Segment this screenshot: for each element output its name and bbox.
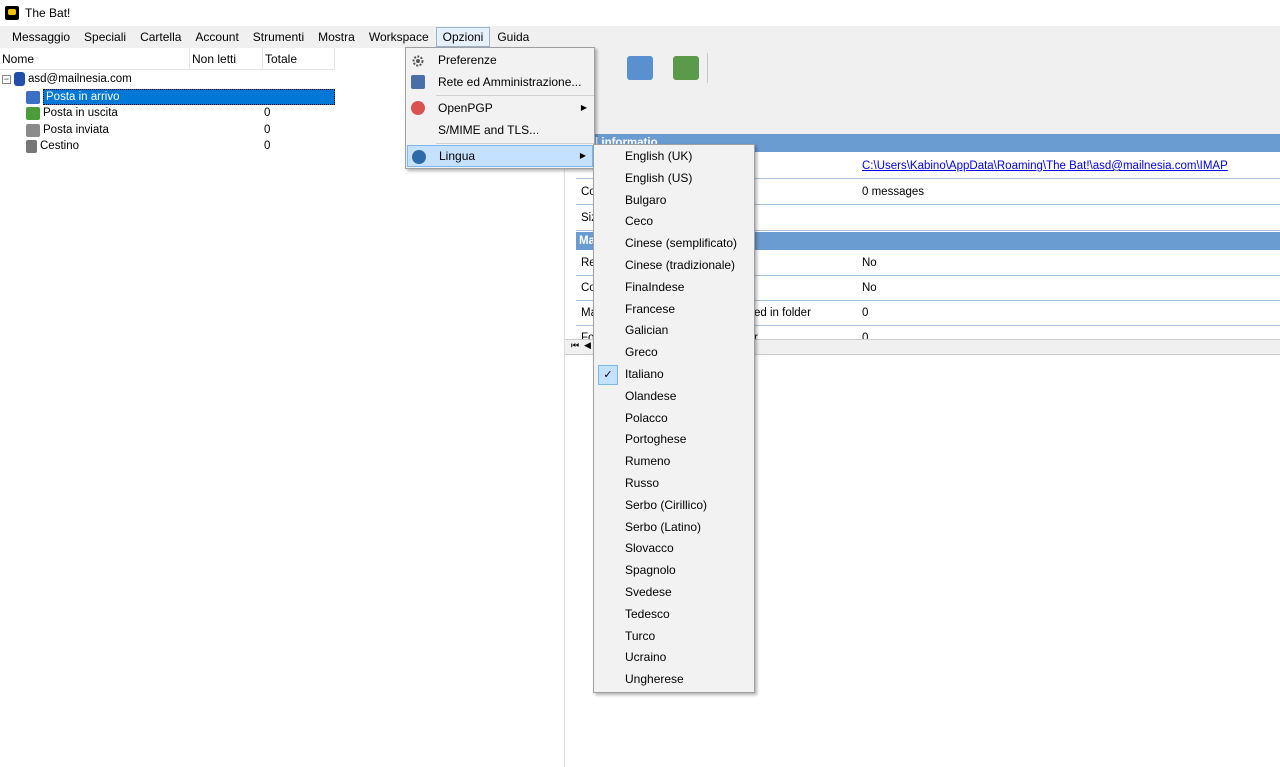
- folder-row-inbox[interactable]: Posta in arrivo: [26, 89, 335, 105]
- scroll-left-icon[interactable]: ◀: [584, 340, 591, 351]
- menu-item-preferenze[interactable]: Preferenze: [407, 49, 593, 71]
- folder-column-headers: Nome Non letti Totale: [0, 48, 335, 70]
- inbox-icon: [26, 90, 40, 104]
- info-value: 0 messages: [862, 186, 925, 198]
- get-mail-icon[interactable]: [627, 56, 653, 80]
- column-header-name[interactable]: Nome: [0, 48, 190, 70]
- account-icon: [14, 72, 25, 86]
- language-item[interactable]: Ceco: [595, 211, 753, 233]
- language-item[interactable]: Francese: [595, 299, 753, 321]
- folder-path-link[interactable]: C:\Users\Kabino\AppData\Roaming\The Bat!…: [862, 160, 1228, 172]
- folder-total-trash: 0: [264, 140, 271, 152]
- menu-item-label: OpenPGP: [438, 101, 493, 115]
- folder-row-sent[interactable]: Posta inviata 0: [26, 122, 326, 138]
- language-item-selected[interactable]: ✓ Italiano: [595, 364, 753, 386]
- menu-messaggio[interactable]: Messaggio: [5, 27, 77, 47]
- menu-strumenti[interactable]: Strumenti: [246, 27, 311, 47]
- menu-item-smime[interactable]: S/MIME and TLS...: [407, 119, 593, 141]
- options-menu: Preferenze Rete ed Amministrazione... Op…: [405, 47, 595, 169]
- menu-opzioni[interactable]: Opzioni: [435, 27, 491, 47]
- language-item[interactable]: Greco: [595, 342, 753, 364]
- folder-total-outbox: 0: [264, 107, 271, 119]
- menu-cartella[interactable]: Cartella: [133, 27, 188, 47]
- menu-item-label: Rete ed Amministrazione...: [438, 75, 582, 89]
- submenu-arrow-icon: ▶: [579, 151, 586, 160]
- menu-item-label: S/MIME and TLS...: [438, 123, 540, 137]
- folder-label-sent: Posta inviata: [43, 124, 109, 136]
- scroll-first-icon[interactable]: ⏮: [571, 340, 579, 351]
- menu-account[interactable]: Account: [188, 27, 245, 47]
- language-item[interactable]: Ungherese: [595, 669, 753, 691]
- sent-icon: [26, 123, 40, 137]
- language-item[interactable]: Cinese (tradizionale): [595, 255, 753, 277]
- menu-bar: Messaggio Speciali Cartella Account Stru…: [0, 26, 1280, 48]
- network-icon: [411, 75, 425, 89]
- language-item[interactable]: Olandese: [595, 386, 753, 408]
- info-value: No: [862, 257, 877, 269]
- language-item[interactable]: Polacco: [595, 408, 753, 430]
- language-item[interactable]: Serbo (Cirillico): [595, 495, 753, 517]
- submenu-arrow-icon: ▶: [580, 103, 587, 112]
- window-title: The Bat!: [25, 6, 71, 20]
- account-node[interactable]: − asd@mailnesia.com: [0, 71, 132, 87]
- account-name: asd@mailnesia.com: [28, 73, 132, 85]
- folder-row-trash[interactable]: Cestino 0: [26, 138, 326, 154]
- folder-label-trash: Cestino: [40, 140, 79, 152]
- language-item[interactable]: Cinese (semplificato): [595, 233, 753, 255]
- title-bar: The Bat!: [0, 0, 1280, 26]
- toolbar-separator: [707, 53, 708, 83]
- folder-row-outbox[interactable]: Posta in uscita 0: [26, 105, 326, 121]
- gear-icon: [411, 53, 425, 67]
- language-item[interactable]: Bulgaro: [595, 190, 753, 212]
- info-value: 0: [862, 332, 869, 339]
- menu-guida[interactable]: Guida: [490, 27, 536, 47]
- language-item[interactable]: Svedese: [595, 582, 753, 604]
- language-item[interactable]: Rumeno: [595, 451, 753, 473]
- info-label-2: ed in folder: [754, 307, 811, 319]
- language-item[interactable]: Tedesco: [595, 604, 753, 626]
- language-item[interactable]: Slovacco: [595, 538, 753, 560]
- column-header-total[interactable]: Totale: [263, 48, 335, 70]
- language-item[interactable]: FinaIndese: [595, 277, 753, 299]
- folder-label-inbox: Posta in arrivo: [43, 89, 335, 105]
- menu-item-label: Lingua: [439, 149, 476, 163]
- language-item[interactable]: English (UK): [595, 146, 753, 168]
- menu-item-rete[interactable]: Rete ed Amministrazione...: [407, 71, 593, 93]
- main-toolbar: [565, 48, 1280, 134]
- menu-mostra[interactable]: Mostra: [311, 27, 362, 47]
- language-item[interactable]: Ucraino: [595, 647, 753, 669]
- checkmark-icon: ✓: [598, 365, 618, 385]
- collapse-icon[interactable]: −: [2, 74, 11, 84]
- language-item[interactable]: Portoghese: [595, 429, 753, 451]
- bat-logo-icon: [5, 6, 19, 20]
- menu-item-label: Preferenze: [438, 53, 497, 67]
- language-item[interactable]: Galician: [595, 320, 753, 342]
- folder-total-sent: 0: [264, 124, 271, 136]
- language-submenu: English (UK) English (US) Bulgaro Ceco C…: [593, 144, 755, 693]
- language-label: Italiano: [625, 367, 664, 381]
- trash-icon: [26, 139, 37, 153]
- language-item[interactable]: Serbo (Latino): [595, 517, 753, 539]
- language-item[interactable]: English (US): [595, 168, 753, 190]
- menu-separator: [436, 95, 594, 96]
- info-value: 0: [862, 307, 869, 319]
- language-item[interactable]: Turco: [595, 626, 753, 648]
- menu-item-openpgp[interactable]: OpenPGP ▶: [407, 97, 593, 119]
- language-item[interactable]: Russo: [595, 473, 753, 495]
- info-value: No: [862, 282, 877, 294]
- globe-icon: [412, 150, 426, 164]
- menu-speciali[interactable]: Speciali: [77, 27, 133, 47]
- menu-workspace[interactable]: Workspace: [362, 27, 436, 47]
- language-item[interactable]: Spagnolo: [595, 560, 753, 582]
- folder-label-outbox: Posta in uscita: [43, 107, 118, 119]
- outbox-icon: [26, 106, 40, 120]
- send-mail-icon[interactable]: [673, 56, 699, 80]
- menu-item-lingua[interactable]: Lingua ▶: [407, 145, 593, 167]
- column-header-unread[interactable]: Non letti: [190, 48, 263, 70]
- key-icon: [411, 101, 425, 115]
- menu-separator: [436, 143, 594, 144]
